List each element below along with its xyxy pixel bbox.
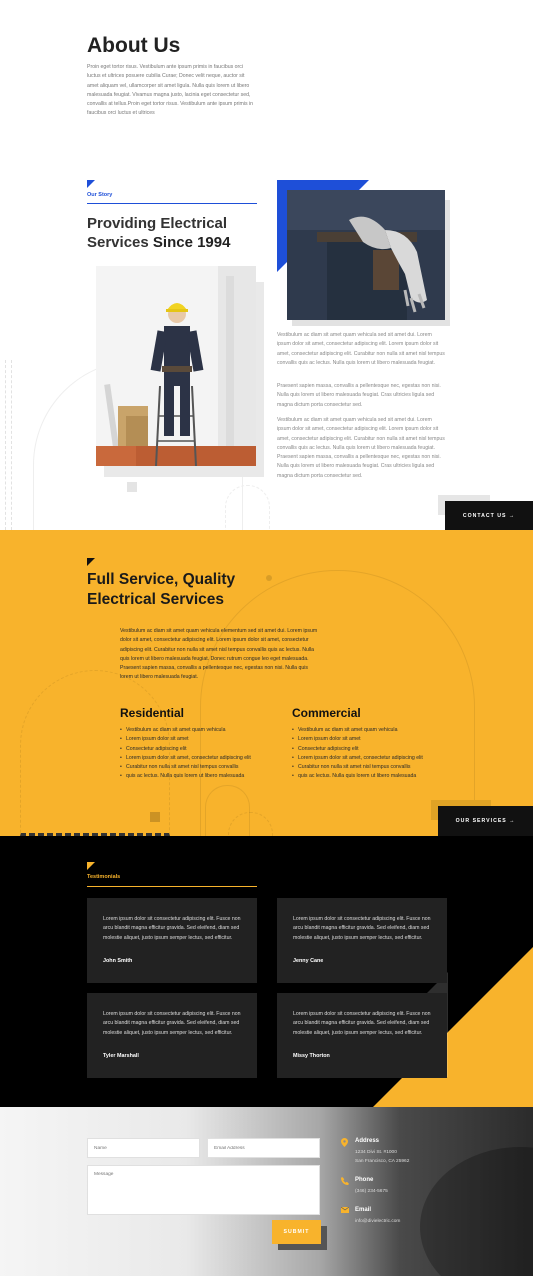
residential-list: Vestibulum ac diam sit amet quam vehicul… bbox=[120, 726, 285, 782]
services-title-bold: Electrical Services bbox=[87, 591, 225, 608]
services-description: Vestibulum ac diam sit amet quam vehicul… bbox=[120, 628, 318, 681]
address-line-2: San Francisco, CA 25962 bbox=[355, 1158, 410, 1164]
testimonial-author: Tyler Marshall bbox=[103, 1053, 139, 1059]
phone-icon bbox=[341, 1177, 349, 1185]
list-item: Lorem ipsum dolor sit amet bbox=[120, 735, 285, 745]
background-photo-shape bbox=[420, 1147, 533, 1276]
services-section: Full Service, Quality Electrical Service… bbox=[0, 530, 533, 836]
testimonials-corner-mark bbox=[87, 862, 95, 870]
kicker-corner-mark bbox=[87, 180, 95, 188]
list-item: Consectetur adipiscing elit bbox=[120, 745, 285, 755]
list-item: Vestibulum ac diam sit amet quam vehicul… bbox=[120, 726, 285, 736]
electrician-illustration bbox=[96, 266, 256, 466]
contact-us-button[interactable]: CONTACT US → bbox=[445, 501, 533, 530]
story-title: Providing Electrical Services Since 1994 bbox=[87, 214, 257, 252]
commercial-column: Commercial Vestibulum ac diam sit amet q… bbox=[292, 706, 457, 782]
list-item: Curabitur non nulla sit amet nisl tempus… bbox=[120, 763, 285, 773]
submit-button[interactable]: SUBMIT bbox=[272, 1220, 321, 1244]
list-item: Lorem ipsum dolor sit amet, consectetur … bbox=[292, 754, 457, 764]
message-field[interactable] bbox=[87, 1165, 320, 1215]
list-item: Lorem ipsum dolor sit amet bbox=[292, 735, 457, 745]
story-paragraph-2: Praesent sapien massa, convallis a pelle… bbox=[277, 383, 441, 408]
residential-title: Residential bbox=[120, 706, 185, 720]
list-item: quis ac lectus. Nulla quis lorem ut libe… bbox=[120, 772, 285, 782]
contact-section: SUBMIT Address 1234 Divi St. #1000 San F… bbox=[0, 1107, 533, 1276]
gloves-illustration bbox=[287, 190, 445, 320]
list-item: Lorem ipsum dolor sit amet, consectetur … bbox=[120, 754, 285, 764]
about-section: About Us Proin eget tortor risus. Vestib… bbox=[0, 0, 533, 530]
story-title-bold: Since 1994 bbox=[152, 234, 231, 251]
page-title: About Us bbox=[87, 34, 181, 57]
commercial-title: Commercial bbox=[292, 706, 361, 720]
testimonial-author: Missy Thorton bbox=[293, 1053, 330, 1059]
testimonial-author: Jenny Cane bbox=[293, 958, 324, 964]
phone-value: (346) 234-5675 bbox=[355, 1189, 388, 1194]
commercial-list: Vestibulum ac diam sit amet quam vehicul… bbox=[292, 726, 457, 782]
decor-dot bbox=[266, 575, 272, 581]
name-field[interactable] bbox=[87, 1138, 200, 1158]
list-item: Consectetur adipiscing elit bbox=[292, 745, 457, 755]
list-item: quis ac lectus. Nulla quis lorem ut libe… bbox=[292, 772, 457, 782]
envelope-icon bbox=[340, 1206, 350, 1215]
electrician-photo bbox=[96, 266, 256, 466]
services-title: Full Service, Quality Electrical Service… bbox=[87, 570, 235, 610]
decor-square bbox=[127, 482, 137, 492]
map-pin-icon bbox=[341, 1138, 349, 1147]
address-line-1: 1234 Divi St. #1000 bbox=[355, 1150, 397, 1155]
services-title-light: Full Service, Quality bbox=[87, 571, 236, 588]
story-kicker: Our Story bbox=[87, 192, 113, 198]
list-item: Vestibulum ac diam sit amet quam vehicul… bbox=[292, 726, 457, 736]
our-services-button[interactable]: OUR SERVICES → bbox=[438, 806, 533, 836]
email-field[interactable] bbox=[207, 1138, 320, 1158]
testimonials-section: Testimonials Lorem ipsum dolor sit conse… bbox=[0, 836, 533, 1107]
residential-column: Residential Vestibulum ac diam sit amet … bbox=[120, 706, 285, 782]
story-paragraph-1: Vestibulum ac diam sit amet quam vehicul… bbox=[277, 332, 445, 366]
address-value: 1234 Divi St. #1000 San Francisco, CA 25… bbox=[355, 1149, 409, 1166]
services-corner-mark bbox=[87, 558, 95, 566]
testimonial-text: Lorem ipsum dolor sit consectetur adipis… bbox=[103, 1011, 241, 1036]
testimonial-card: Lorem ipsum dolor sit consectetur adipis… bbox=[277, 993, 447, 1078]
testimonial-card: Lorem ipsum dolor sit consectetur adipis… bbox=[87, 993, 257, 1078]
decor-dots bbox=[5, 360, 6, 530]
phone-label: Phone bbox=[355, 1177, 374, 1183]
testimonial-text: Lorem ipsum dolor sit consectetur adipis… bbox=[293, 916, 431, 941]
kicker-underline bbox=[87, 203, 257, 204]
testimonial-card: Lorem ipsum dolor sit consectetur adipis… bbox=[87, 898, 257, 983]
decor-arch bbox=[225, 485, 270, 530]
decor-dots bbox=[11, 360, 12, 530]
gloves-photo bbox=[287, 190, 445, 320]
about-intro: Proin eget tortor risus. Vestibulum ante… bbox=[87, 64, 254, 117]
email-value: info@divielectric.com bbox=[355, 1219, 401, 1224]
address-label: Address bbox=[355, 1138, 380, 1144]
kicker-underline bbox=[87, 886, 257, 887]
testimonials-kicker: Testimonials bbox=[87, 874, 121, 880]
story-paragraph-3: Vestibulum ac diam sit amet quam vehicul… bbox=[277, 417, 445, 479]
testimonial-author: John Smith bbox=[103, 958, 133, 964]
email-label: Email bbox=[355, 1207, 372, 1213]
list-item: Curabitur non nulla sit amet nisl tempus… bbox=[292, 763, 457, 773]
testimonial-text: Lorem ipsum dolor sit consectetur adipis… bbox=[293, 1011, 431, 1036]
testimonial-card: Lorem ipsum dolor sit consectetur adipis… bbox=[277, 898, 447, 983]
testimonial-text: Lorem ipsum dolor sit consectetur adipis… bbox=[103, 916, 241, 941]
